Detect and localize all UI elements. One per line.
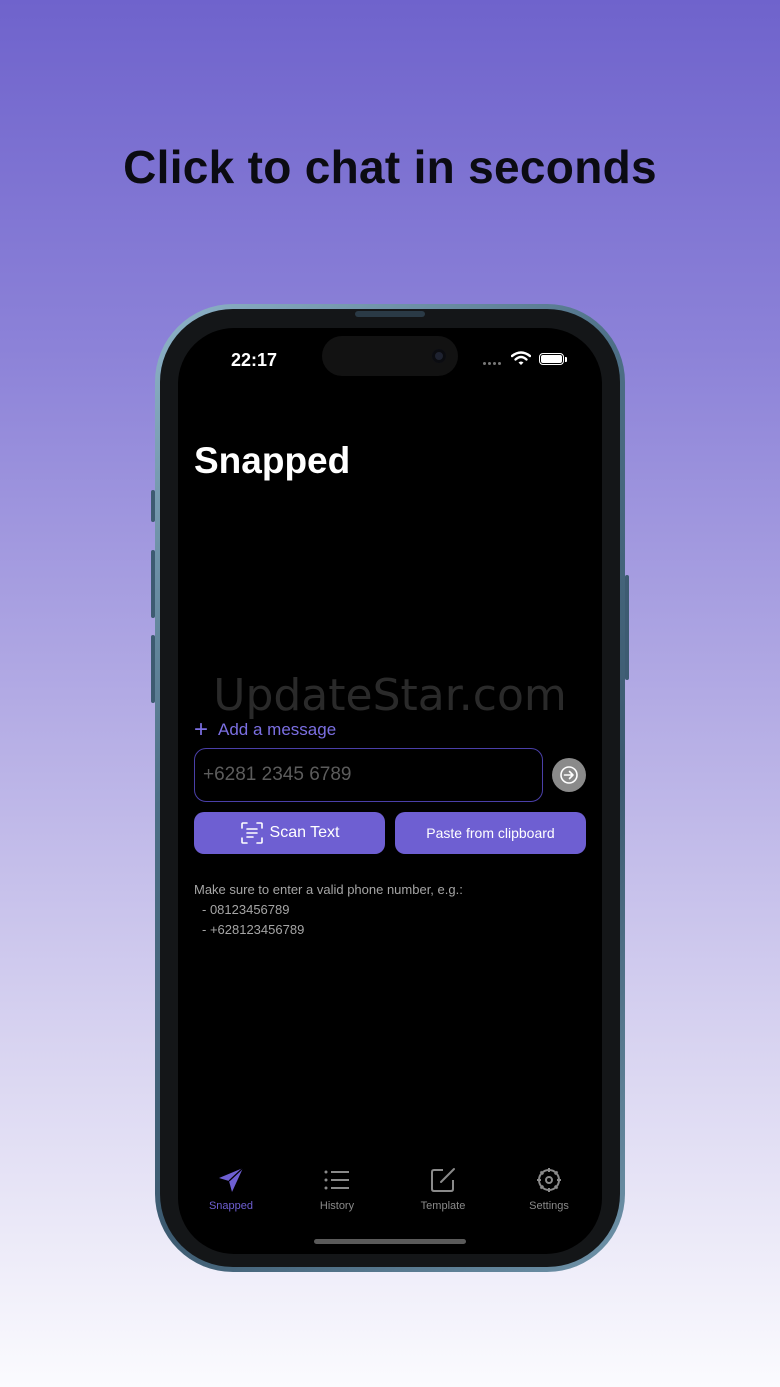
hint-intro: Make sure to enter a valid phone number,… (194, 882, 463, 897)
tab-label: Snapped (208, 1200, 254, 1212)
list-icon (324, 1170, 349, 1190)
volume-up-button (151, 550, 155, 618)
tab-bar: Snapped History Template Settings (178, 1166, 602, 1222)
silent-switch (151, 490, 155, 522)
volume-down-button (151, 635, 155, 703)
tab-history[interactable]: History (284, 1166, 390, 1222)
scan-text-icon (240, 822, 263, 844)
battery-icon (539, 353, 567, 365)
add-message-label: Add a message (218, 720, 337, 739)
cellular-signal-icon (483, 362, 501, 365)
dynamic-island (322, 336, 458, 376)
arrow-right-circle-icon (560, 766, 578, 784)
camera-icon (432, 349, 446, 363)
speaker-grille (355, 311, 425, 317)
tab-label: History (319, 1200, 355, 1212)
tab-template[interactable]: Template (390, 1166, 496, 1222)
tab-settings[interactable]: Settings (496, 1166, 602, 1222)
headline: Click to chat in seconds (123, 141, 657, 193)
tab-snapped[interactable]: Snapped (178, 1166, 284, 1222)
submit-button[interactable] (552, 758, 586, 792)
status-time: 22:17 (231, 350, 278, 370)
tab-label: Template (420, 1200, 466, 1212)
send-icon (219, 1167, 244, 1192)
wifi-icon (511, 351, 531, 365)
page-title: Snapped (194, 440, 351, 481)
add-message-button[interactable]: + Add a message (194, 718, 336, 742)
hint-example: - 08123456789 (202, 902, 290, 917)
plus-icon: + (194, 716, 209, 743)
hint-text: Make sure to enter a valid phone number,… (194, 880, 463, 940)
paste-clipboard-button[interactable]: Paste from clipboard (395, 812, 586, 854)
gear-icon (537, 1168, 561, 1192)
power-button (625, 575, 629, 680)
hint-example: - +628123456789 (202, 922, 305, 937)
home-indicator (314, 1239, 466, 1244)
phone-screen: 22:17 Snapped UpdateStar.com + Add a mes… (178, 328, 602, 1254)
paste-clipboard-label: Paste from clipboard (426, 825, 555, 841)
phone-number-input[interactable] (194, 748, 543, 802)
scan-text-button[interactable]: Scan Text (194, 812, 385, 854)
tab-label: Settings (529, 1200, 569, 1212)
watermark: UpdateStar.com (213, 670, 567, 721)
scan-text-label: Scan Text (269, 824, 340, 841)
edit-icon (431, 1168, 455, 1192)
